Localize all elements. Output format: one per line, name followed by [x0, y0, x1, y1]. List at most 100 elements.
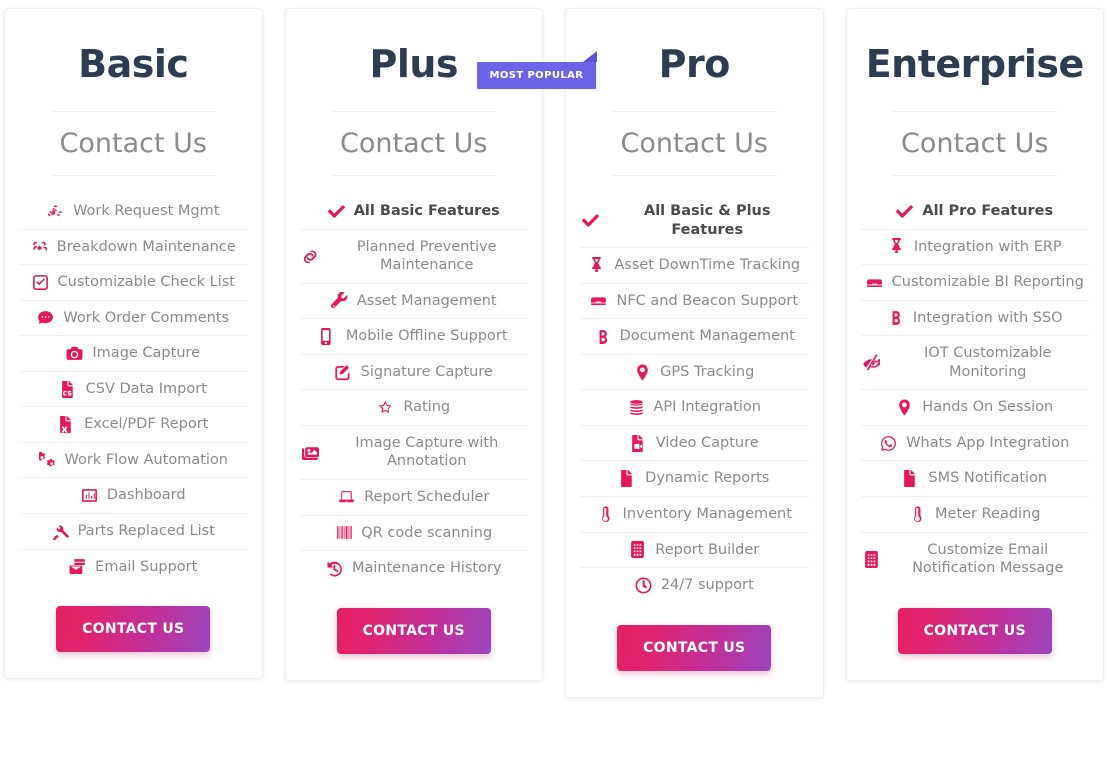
feature-label: Work Order Comments — [63, 309, 230, 326]
plan-card-basic: Basic Contact Us Work Request Mgmt Breakdow… — [4, 8, 263, 680]
feature-item: NFC and Beacon Support — [580, 284, 809, 320]
feature-item: Image Capture with Annotation — [299, 426, 528, 480]
link-icon — [302, 248, 319, 265]
feature-item: All Pro Features — [860, 194, 1089, 230]
feature-label: Mobile Offline Support — [345, 328, 508, 345]
feature-label: Integration with ERP — [913, 238, 1062, 255]
feature-item: SMS Notification — [860, 461, 1089, 497]
barcode-icon — [335, 524, 353, 541]
hourglass-icon — [588, 256, 605, 274]
feature-item: Maintenance History — [300, 551, 529, 586]
plan-title: Pro — [658, 42, 731, 86]
feature-label: NFC and Beacon Support — [616, 292, 799, 309]
cogs-icon — [38, 451, 56, 469]
camera-icon — [66, 345, 83, 362]
feature-label: Dashboard — [106, 487, 186, 504]
feature-label: Work Request Mgmt — [73, 203, 220, 220]
map-marker-icon — [634, 364, 651, 381]
wrench-icon — [330, 292, 348, 309]
chart-bar-icon — [81, 487, 98, 504]
feature-item: Video Capture — [580, 426, 809, 462]
feature-item: All Basic & Plus Features — [580, 194, 809, 249]
feature-item: Inventory Management — [580, 497, 809, 533]
feature-label: Maintenance History — [351, 560, 502, 577]
feature-item: Planned Preventive Maintenance — [299, 230, 528, 284]
plan-title: Basic — [78, 42, 189, 86]
feature-label: Planned Preventive Maintenance — [356, 238, 497, 274]
feature-label: Excel/PDF Report — [84, 416, 209, 433]
feature-item: Whats App Integration — [860, 426, 1089, 462]
broken-link-icon — [31, 238, 48, 255]
plan-title-row: Pro — [580, 25, 809, 103]
low-vision-icon — [862, 354, 880, 371]
feature-label: Image Capture — [92, 345, 201, 362]
check-icon — [327, 203, 345, 220]
feature-label: Email Support — [95, 558, 198, 575]
feature-item: Dashboard — [19, 478, 248, 514]
feature-label: Video Capture — [655, 434, 759, 451]
feature-item: CSV Data Import — [19, 372, 248, 408]
plan-title-row: Enterprise — [861, 25, 1090, 103]
feature-label: Dynamic Reports — [645, 470, 770, 487]
feature-label: QR code scanning — [361, 524, 493, 541]
plan-price-label: Contact Us — [59, 128, 207, 159]
contact-us-button[interactable]: CONTACT US — [897, 607, 1052, 654]
plan-price-label: Contact Us — [901, 128, 1049, 159]
feature-label: CSV Data Import — [85, 380, 207, 397]
plan-price-block: Contact Us — [331, 111, 496, 177]
plan-price-block: Contact Us — [50, 111, 216, 177]
feature-label: Breakdown Maintenance — [56, 238, 236, 255]
feature-item: GPS Tracking — [580, 355, 809, 391]
cta-row: CONTACT US — [300, 607, 529, 654]
laptop-icon — [338, 489, 355, 506]
building-icon — [863, 550, 880, 568]
feature-item: Mobile Offline Support — [299, 319, 528, 355]
feature-label: Document Management — [619, 328, 795, 345]
whatsapp-icon — [880, 435, 897, 452]
feature-list: All Pro Features Integration with ERP Cust… — [860, 194, 1089, 586]
check-icon — [896, 203, 914, 220]
nfc-chip-icon — [590, 292, 607, 309]
feature-label: Asset Management — [356, 292, 497, 309]
contact-us-button[interactable]: CONTACT US — [56, 606, 211, 653]
plan-title-row: Plus MOST POPULAR — [300, 25, 598, 103]
building-icon — [629, 541, 646, 559]
feature-label: Image Capture with Annotation — [355, 434, 499, 470]
map-marker-icon — [896, 399, 913, 416]
feature-label: IOT Customizable Monitoring — [924, 345, 1052, 380]
feature-label: All Basic Features — [353, 203, 500, 220]
feature-label: 24/7 support — [660, 577, 754, 594]
history-icon — [326, 560, 343, 577]
feature-label: Inventory Management — [622, 505, 792, 522]
feature-item: Excel/PDF Report — [19, 407, 248, 443]
feature-label: Customizable Check List — [57, 274, 235, 291]
feature-item: Work Order Comments — [19, 301, 248, 337]
feature-item: Parts Replaced List — [19, 514, 248, 550]
feature-item: Asset Management — [299, 284, 528, 320]
feature-item: Work Request Mgmt — [19, 194, 248, 230]
file-excel-icon — [58, 416, 75, 434]
plan-price-block: Contact Us — [611, 111, 777, 177]
feature-label: Report Scheduler — [364, 488, 490, 505]
feature-item: IOT Customizable Monitoring — [860, 336, 1089, 391]
feature-label: SMS Notification — [928, 470, 1048, 487]
file-video-icon — [630, 434, 647, 452]
plan-title: Enterprise — [865, 42, 1085, 86]
feature-item: Signature Capture — [299, 355, 528, 391]
contact-us-button[interactable]: CONTACT US — [336, 607, 491, 654]
mail-bulk-icon — [69, 558, 86, 575]
file-icon — [902, 470, 919, 488]
feature-item: Report Builder — [580, 533, 809, 569]
feature-item: Integration with SSO — [860, 301, 1089, 337]
feature-label: API Integration — [653, 399, 761, 416]
plan-title: Plus — [369, 42, 459, 86]
feature-item: All Basic Features — [299, 194, 528, 230]
feature-item: Integration with ERP — [860, 230, 1089, 266]
plan-card-enterprise: Enterprise Contact Us All Pro Features Inte… — [845, 8, 1104, 681]
feature-item: Image Capture — [19, 336, 248, 372]
feature-list: All Basic Features Planned Preventive Mai… — [299, 194, 529, 586]
mobile-icon — [320, 328, 337, 345]
check-square-icon — [32, 274, 49, 291]
feature-item: Rating — [299, 390, 528, 426]
contact-us-button[interactable]: CONTACT US — [617, 624, 772, 671]
